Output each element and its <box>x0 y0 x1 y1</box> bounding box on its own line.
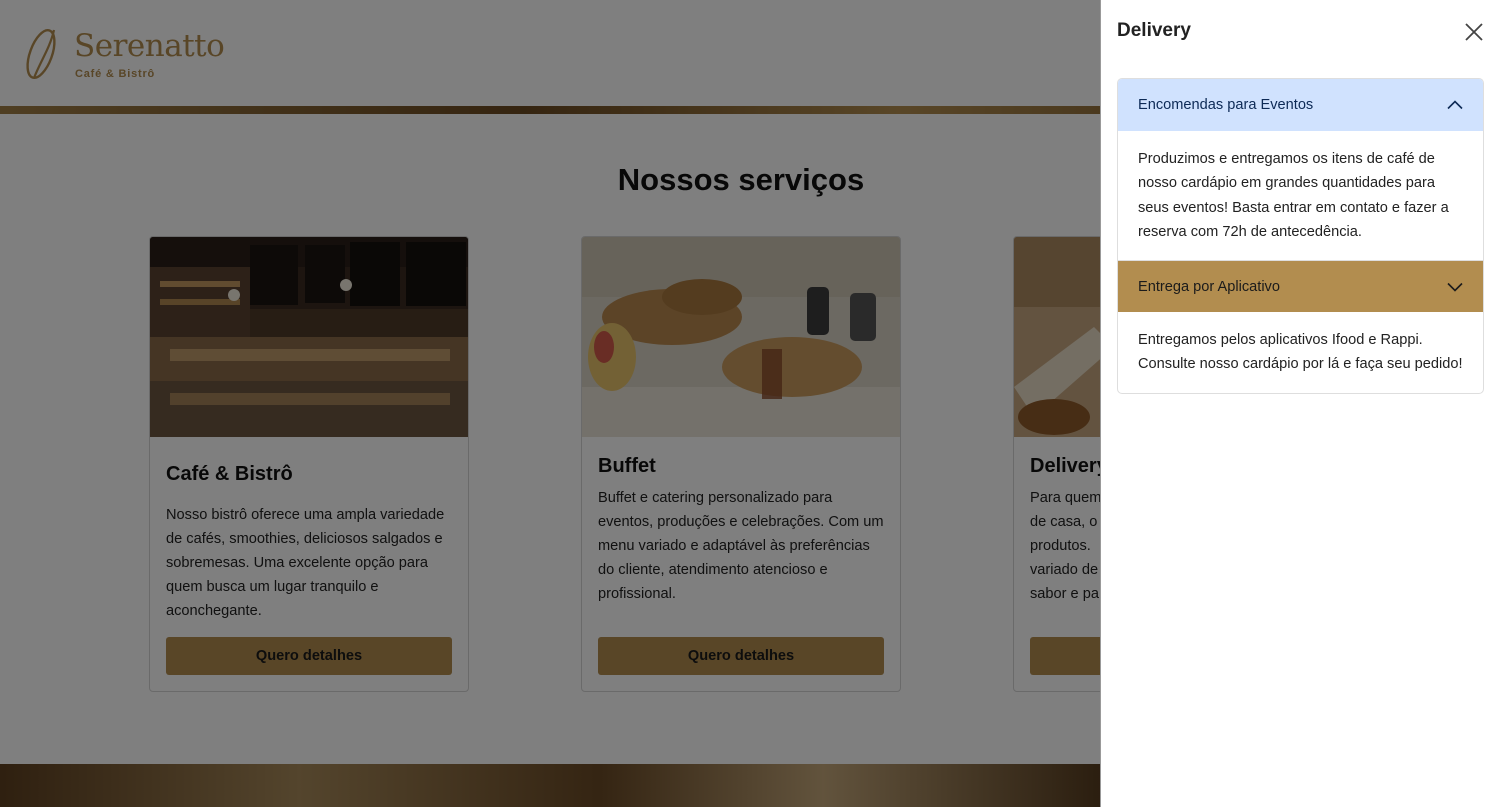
drawer-title: Delivery <box>1117 20 1191 41</box>
accordion-body-eventos: Produzimos e entregamos os itens de café… <box>1138 151 1449 240</box>
chevron-up-icon <box>1447 100 1463 110</box>
accordion-header-aplicativo[interactable]: Entrega por Aplicativo <box>1118 260 1483 313</box>
accordion-title: Encomendas para Eventos <box>1138 97 1314 113</box>
modal-backdrop[interactable] <box>0 0 1100 807</box>
chevron-down-icon <box>1447 283 1463 292</box>
close-button[interactable] <box>1462 20 1486 44</box>
accordion-header-eventos[interactable]: Encomendas para Eventos <box>1118 79 1483 131</box>
delivery-accordion: Encomendas para Eventos Produzimos e ent… <box>1117 78 1484 394</box>
accordion-title: Entrega por Aplicativo <box>1138 278 1280 295</box>
delivery-drawer: Delivery Encomendas para Eventos Produzi… <box>1100 0 1497 807</box>
close-icon <box>1465 23 1483 41</box>
accordion-body-aplicativo: Entregamos pelos aplicativos Ifood e Rap… <box>1138 332 1463 373</box>
